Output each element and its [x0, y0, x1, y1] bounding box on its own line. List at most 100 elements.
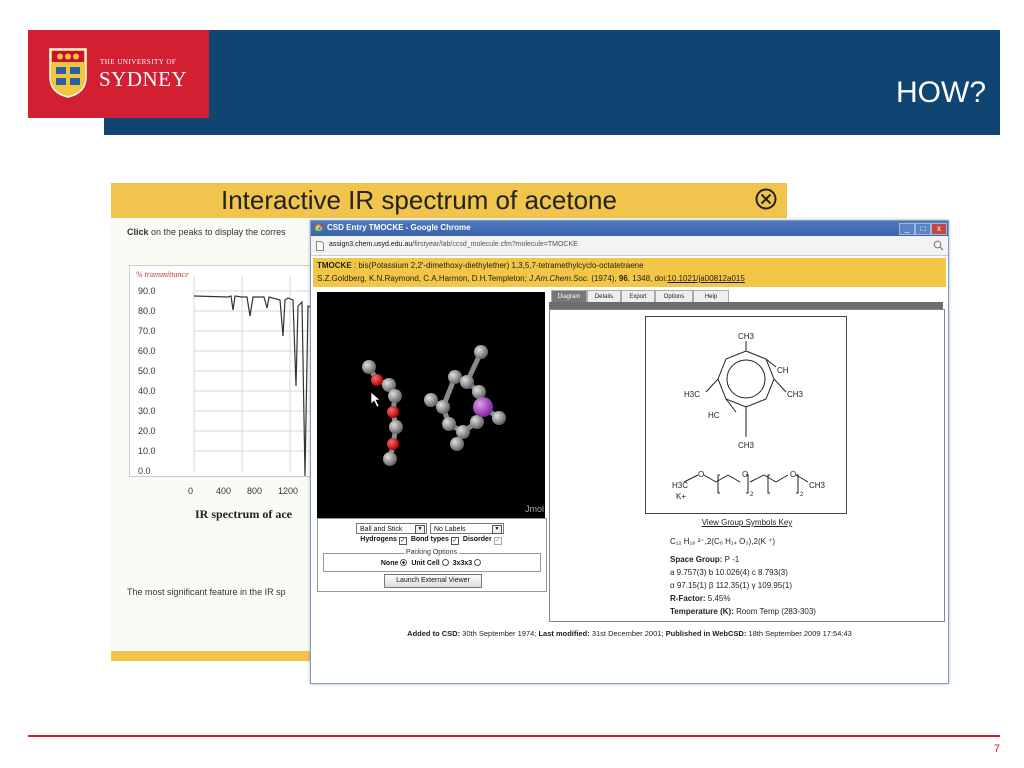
disorder-label: Disorder	[462, 536, 492, 543]
ir-instruction: Click on the peaks to display the corres	[127, 227, 286, 237]
ir-y-tick: 50.0	[138, 366, 156, 376]
pack-unit-cell-radio[interactable]	[441, 559, 449, 566]
space-group-value: P -1	[722, 555, 740, 564]
search-icon[interactable]	[933, 240, 944, 251]
ir-title-bar: Interactive IR spectrum of acetone	[111, 183, 787, 218]
jmol-viewer[interactable]: Jmol	[317, 292, 545, 518]
record-dates: Added to CSD: 30th September 1974; Last …	[311, 629, 948, 638]
modified-date: 31st December 2001;	[589, 629, 666, 638]
address-bar[interactable]: assign3.chem.usyd.edu.au/firstyear/lab/c…	[311, 236, 948, 256]
ir-x-tick: 800	[247, 486, 262, 496]
diagram-subscript-2b: 2	[800, 492, 804, 498]
ir-spectrum-chart[interactable]: % transmittance 90.0 80.0 70.0 60.0 50.0…	[129, 265, 321, 477]
diagram-label-hc: HC	[708, 411, 720, 420]
render-style-select[interactable]: Ball and Stick ▼	[356, 523, 427, 534]
compound-name: : bis(Potassium 2,2'-dimethoxy-diethylet…	[351, 261, 644, 270]
diagram-label-ch3-right: CH3	[787, 390, 804, 399]
chevron-down-icon: ▼	[415, 525, 425, 534]
hydrogens-label: Hydrogens	[360, 536, 397, 543]
university-logo: THE UNIVERSITY OF SYDNEY	[28, 30, 209, 118]
browser-window: CSD Entry TMOCKE - Google Chrome _ □ x a…	[310, 220, 949, 684]
temperature-label: Temperature (K):	[670, 607, 734, 616]
chrome-icon	[315, 224, 324, 233]
ir-y-tick: 60.0	[138, 346, 156, 356]
labels-value: No Labels	[434, 526, 466, 533]
doi-link[interactable]: 10.1021/ja00812a015	[667, 274, 744, 283]
compound-name-line: TMOCKE : bis(Potassium 2,2'-dimethoxy-di…	[317, 261, 644, 270]
packing-options-legend: Packing Options	[404, 549, 459, 556]
diagram-label-h3c-left: H3C	[684, 390, 700, 399]
ir-chart-caption: IR spectrum of ace	[195, 507, 292, 521]
slide-header-bar	[104, 30, 1000, 135]
added-date: 30th September 1974;	[460, 629, 539, 638]
temperature-value: Room Temp (283-303)	[733, 607, 816, 616]
diagram-panel: CH3 CH H3C CH3 HC CH3 H3C O O O CH3 K+ 2…	[549, 309, 945, 622]
ir-y-tick: 40.0	[138, 386, 156, 396]
diagram-label-ether-h3c: H3C	[672, 481, 688, 490]
close-button[interactable]: x	[931, 223, 947, 235]
url-text[interactable]: assign3.chem.usyd.edu.au/firstyear/lab/c…	[329, 241, 578, 248]
minimize-button[interactable]: _	[899, 223, 915, 235]
ir-y-tick: 80.0	[138, 306, 156, 316]
pack-3x3x3-label: 3x3x3	[452, 560, 473, 567]
viewer-controls: Ball and Stick ▼ No Labels ▼ Hydrogens ✓ Bo…	[317, 518, 547, 592]
modified-label: Last modified:	[538, 629, 590, 638]
ir-y-tick: 70.0	[138, 326, 156, 336]
chemical-formula: C₁₂ H₁₆ ²⁻,2(C₆ H₁₄ O₃),2(K ⁺)	[670, 537, 776, 546]
ir-page-title: Interactive IR spectrum of acetone	[221, 185, 617, 215]
maximize-button[interactable]: □	[915, 223, 931, 235]
bond-types-label: Bond types	[410, 536, 449, 543]
tab-underline	[549, 302, 943, 309]
page-icon	[316, 241, 324, 251]
packing-radios: None Unit Cell 3x3x3	[324, 559, 540, 567]
diagram-label-k: K+	[676, 492, 686, 501]
ir-y-axis-label: % transmittance	[136, 270, 189, 279]
ir-x-axis: 0 400 800 1200	[188, 486, 298, 496]
diagram-label-ether-o1: O	[698, 470, 704, 479]
url-host: assign3.chem.usyd.edu.au	[329, 241, 413, 248]
ir-instruction-text: on the peaks to display the corres	[148, 227, 286, 237]
disorder-checkbox[interactable]: ✓	[493, 537, 502, 545]
cell-angles: α 97.15(1) β 112.35(1) γ 109.95(1)	[670, 581, 793, 590]
group-symbols-key-link[interactable]: View Group Symbols Key	[550, 518, 944, 527]
university-name-small: THE UNIVERSITY OF	[100, 58, 177, 66]
published-date: 18th September 2009 17:54:43	[746, 629, 852, 638]
ir-y-tick: 30.0	[138, 406, 156, 416]
jmol-label: Jmol	[525, 504, 545, 514]
render-style-value: Ball and Stick	[360, 526, 403, 533]
launch-external-viewer-button[interactable]: Launch External Viewer	[384, 574, 482, 588]
hydrogens-checkbox[interactable]: ✓	[398, 537, 407, 545]
chevron-down-icon: ▼	[492, 525, 502, 534]
diagram-label-ether-o3: O	[790, 470, 796, 479]
ir-description: The most significant feature in the IR s…	[127, 587, 286, 597]
cell-lengths: a 9.757(3) b 10.026(4) c 8.793(3)	[670, 568, 788, 577]
window-title-bar[interactable]: CSD Entry TMOCKE - Google Chrome _ □ x	[311, 221, 948, 236]
packing-options-group: Packing Options None Unit Cell 3x3x3	[323, 549, 541, 572]
circled-x-icon[interactable]	[755, 188, 777, 210]
pack-none-radio[interactable]	[400, 559, 408, 566]
r-factor: R-Factor: 5.45%	[670, 594, 730, 603]
year: (1974),	[589, 274, 619, 283]
pack-3x3x3-radio[interactable]	[474, 559, 482, 566]
ir-y-tick: 90.0	[138, 286, 156, 296]
refcode: TMOCKE	[317, 261, 352, 270]
mouse-cursor-icon	[370, 391, 381, 408]
molecule-3d-render	[362, 345, 506, 466]
diagram-label-ch: CH	[777, 366, 789, 375]
ir-y-tick: 10.0	[138, 446, 156, 456]
published-label: Published in WebCSD:	[665, 629, 747, 638]
url-path: /firstyear/lab/ccsd_molecule.cfm?molecul…	[412, 241, 578, 248]
space-group: Space Group: P -1	[670, 555, 739, 564]
space-group-label: Space Group:	[670, 555, 723, 564]
labels-select[interactable]: No Labels ▼	[430, 523, 504, 534]
ir-x-tick: 400	[216, 486, 231, 496]
slide-title: HOW?	[896, 76, 986, 109]
pages: , 1348, doi:	[627, 274, 668, 283]
display-checkboxes: Hydrogens ✓ Bond types ✓ Disorder ✓	[318, 536, 546, 545]
diagram-label-ether-ch3: CH3	[809, 481, 826, 490]
university-crest-icon	[49, 48, 87, 98]
bond-types-checkbox[interactable]: ✓	[450, 537, 459, 545]
structure-diagram-svg: CH3 CH H3C CH3 HC CH3 H3C O O O CH3 K+ 2…	[672, 332, 826, 501]
pack-unit-cell-label: Unit Cell	[411, 560, 440, 567]
footer-rule	[28, 735, 1000, 737]
